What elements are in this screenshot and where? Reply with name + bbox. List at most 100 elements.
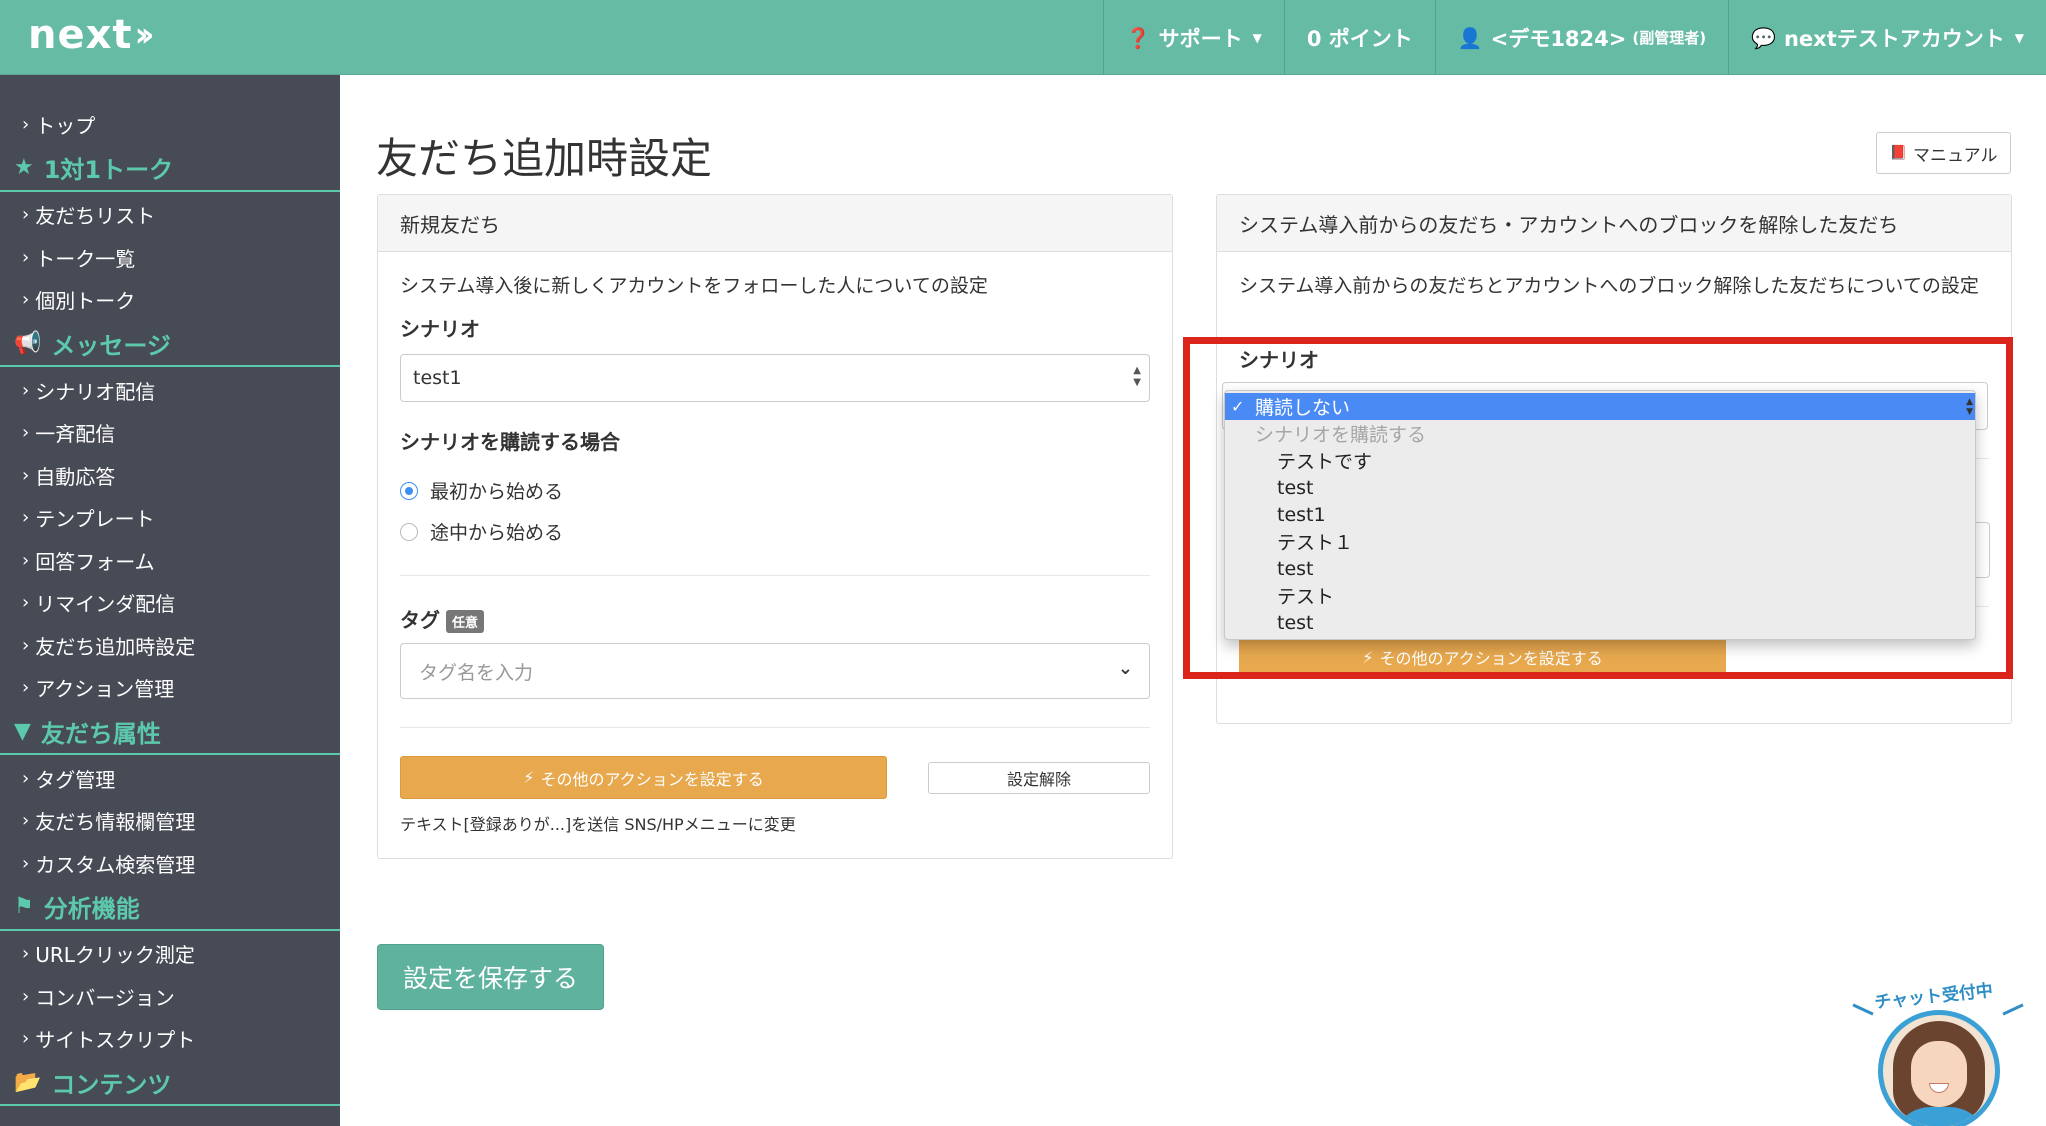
sidebar-item-url-click[interactable]: › URLクリック測定 [0,933,340,976]
chevron-down-icon[interactable]: ⌄ [1118,658,1133,679]
tag-input[interactable]: タグ名を入力 ⌄ [400,643,1150,699]
sidebar-item-top[interactable]: › トップ [0,103,340,146]
sidebar-item-label: アクション管理 [35,677,175,702]
chat-widget[interactable]: チャット受付中 [1848,978,2028,1126]
sidebar-item-custom-search[interactable]: › カスタム検索管理 [0,842,340,885]
chat-operator-avatar[interactable] [1878,1010,2000,1126]
sidebar-section-attributes: ▼ 友だち属性 [0,709,340,755]
chevron-right-icon: › [22,379,30,401]
flag-icon: ⚑ [14,894,34,919]
chevron-right-icon: › [22,204,30,226]
sidebar-item-form[interactable]: › 回答フォーム [0,539,340,582]
sidebar-item-label: 友だちリスト [35,204,156,229]
chevron-right-icon: › [22,852,30,874]
support-label: サポート [1158,26,1243,51]
panel-description: システム導入後に新しくアカウントをフォローした人についての設定 [400,275,988,297]
panel-title: 新規友だち [378,195,1172,252]
page-title: 友だち追加時設定 [376,134,713,183]
sidebar-item-label: 友だち追加時設定 [35,634,196,659]
sidebar-item-label: 個別トーク [35,289,136,314]
sidebar-item-label: URLクリック測定 [35,943,195,968]
chevron-right-icon: › [22,677,30,699]
sidebar-item-label: 友だち情報欄管理 [35,810,196,835]
radio-button-checked[interactable] [400,481,418,500]
clear-settings-button[interactable]: 設定解除 [928,761,1150,794]
subscribe-label: シナリオを購読する場合 [400,430,620,454]
points-display[interactable]: 0 ポイント [1283,0,1435,75]
star-icon: ★ [14,155,34,180]
sidebar-section-title: メッセージ [51,331,171,360]
sidebar-item-friend-info[interactable]: › 友だち情報欄管理 [0,800,340,843]
sidebar-item-tag-management[interactable]: › タグ管理 [0,757,340,800]
sidebar-item-template[interactable]: › テンプレート [0,497,340,540]
sidebar-item-label: トップ [35,113,96,138]
radio-button[interactable] [400,522,418,541]
chevron-right-icon: › [22,289,30,311]
sidebar-section-title: 友だち属性 [40,719,161,748]
tag-label: タグ [400,608,440,632]
sidebar-item-label: シナリオ配信 [35,379,156,404]
sidebar-item-label: コンバージョン [35,985,175,1010]
save-settings-button[interactable]: 設定を保存する [377,944,604,1010]
logo[interactable]: next ›› [28,12,155,58]
sidebar: › トップ ★ 1対1トーク › 友だちリスト › トーク一覧 › 個別トーク 📢 メッセー… [0,75,340,1126]
action-row: ⚡ その他のアクションを設定する 設定解除 [400,756,1150,799]
radio-start-from-beginning[interactable]: 最初から始める [400,477,1150,504]
radio-label: 途中から始める [430,522,564,544]
chevron-right-icon: › [22,549,30,571]
sidebar-item-talk-list[interactable]: › トーク一覧 [0,236,340,279]
account-menu[interactable]: 💬 nextテストアカウント ▼ [1728,0,2046,75]
scenario-select[interactable]: test1 ▲ ▼ [400,354,1150,402]
chevron-right-icon: › [22,767,30,789]
chevron-right-icon: › [22,634,30,656]
radio-label: 最初から始める [430,481,564,503]
panel-description: システム導入前からの友だちとアカウントへのブロック解除した友だちについての設定 [1239,275,1979,297]
question-circle-icon: ❓ [1125,25,1151,50]
sidebar-item-scenario[interactable]: › シナリオ配信 [0,369,340,412]
sidebar-item-label: 一斉配信 [35,422,116,447]
user-menu[interactable]: 👤 <デモ1824> (副管理者) [1434,0,1728,75]
header-nav: ❓ サポート ▼ 0 ポイント 👤 <デモ1824> (副管理者) 💬 next… [1102,0,2046,75]
sidebar-section-message: 📢 メッセージ [0,321,340,367]
caret-down-icon: ▼ [1252,30,1262,45]
sidebar-item-reminder[interactable]: › リマインダ配信 [0,582,340,625]
divider [400,727,1150,728]
chevron-right-icon: › [22,1028,30,1050]
select-arrows-icon: ▲ ▼ [1133,365,1141,388]
sidebar-item-auto-reply[interactable]: › 自動応答 [0,454,340,497]
sidebar-section-title: コンテンツ [51,1070,172,1099]
sidebar-item-conversion[interactable]: › コンバージョン [0,975,340,1018]
tag-input-placeholder: タグ名を入力 [419,661,534,684]
panel-title: システム導入前からの友だち・アカウントへのブロックを解除した友だち [1217,195,2011,252]
megaphone-icon: 📢 [14,330,42,356]
manual-label: マニュアル [1912,145,1998,166]
sidebar-item-label: 回答フォーム [35,549,155,574]
sidebar-item-broadcast[interactable]: › 一斉配信 [0,412,340,455]
logo-text: next [28,12,133,58]
sidebar-item-action-management[interactable]: › アクション管理 [0,667,340,710]
caret-down-icon: ▼ [2014,30,2024,45]
book-icon: 📕 [1889,145,1907,161]
chevron-right-icon: › [22,422,30,444]
sidebar-item-label: リマインダ配信 [35,592,176,617]
chat-status-label: チャット受付中 [1873,980,1994,1014]
other-action-button[interactable]: ⚡ その他のアクションを設定する [400,756,887,799]
radio-start-from-middle[interactable]: 途中から始める [400,518,1150,545]
chevron-right-icon: › [22,246,30,268]
sidebar-item-label: サイトスクリプト [35,1028,196,1053]
account-name: nextテストアカウント [1783,26,2005,51]
sidebar-item-individual-talk[interactable]: › 個別トーク [0,279,340,322]
sidebar-item-friend-list[interactable]: › 友だちリスト [0,194,340,237]
chat-decoration [1852,1003,1874,1016]
sidebar-item-label: テンプレート [35,507,155,532]
highlight-annotation [1183,337,2013,679]
sidebar-item-friend-add-settings[interactable]: › 友だち追加時設定 [0,624,340,667]
support-menu[interactable]: ❓ サポート ▼ [1102,0,1284,75]
points-label: 0 ポイント [1306,26,1413,51]
chevron-right-icon: › [22,810,30,832]
sidebar-section-title: 分析機能 [43,895,140,923]
sidebar-item-site-script[interactable]: › サイトスクリプト [0,1018,340,1061]
sidebar-section-title: 1対1トーク [43,156,174,184]
manual-button[interactable]: 📕 マニュアル [1876,132,2011,174]
filter-icon: ▼ [14,718,31,744]
